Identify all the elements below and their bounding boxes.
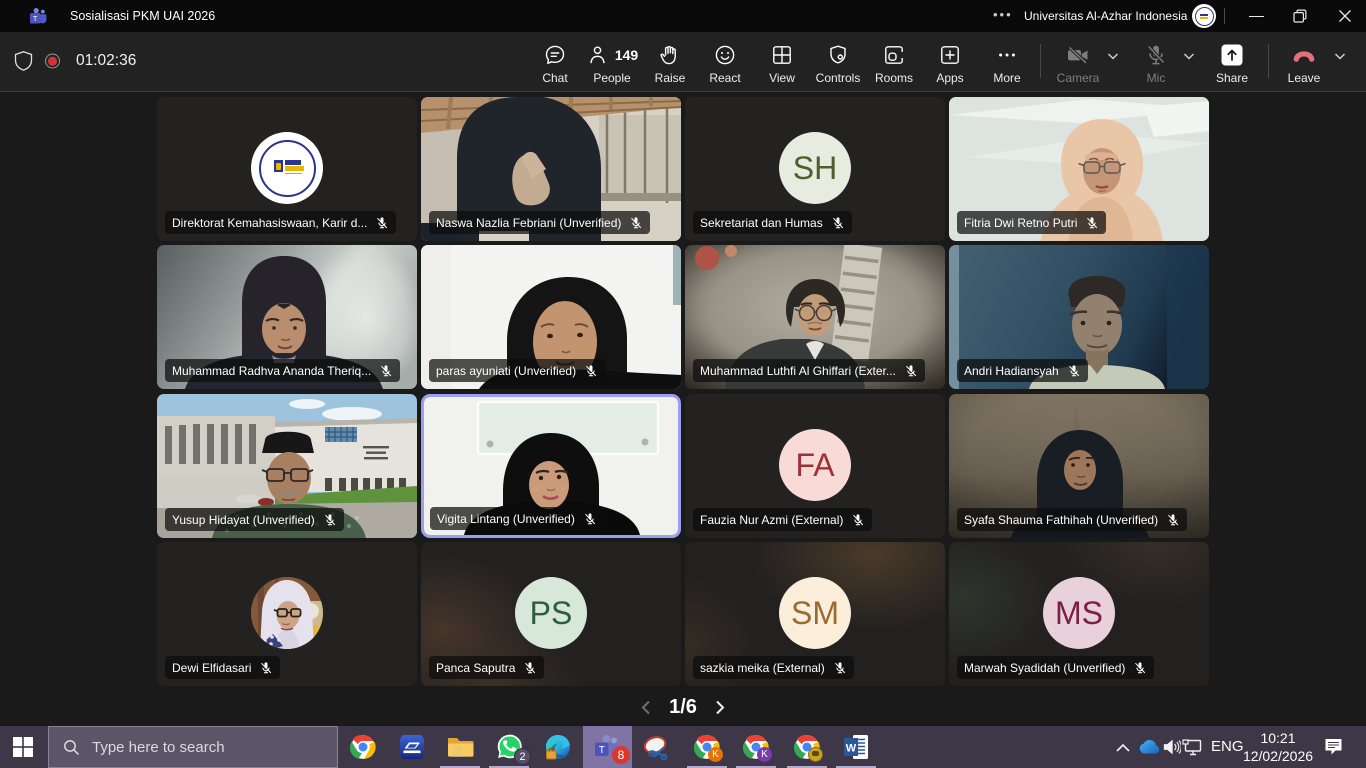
svg-text:T: T [33,14,38,23]
svg-text:T: T [599,745,605,756]
svg-text:W: W [846,743,857,755]
